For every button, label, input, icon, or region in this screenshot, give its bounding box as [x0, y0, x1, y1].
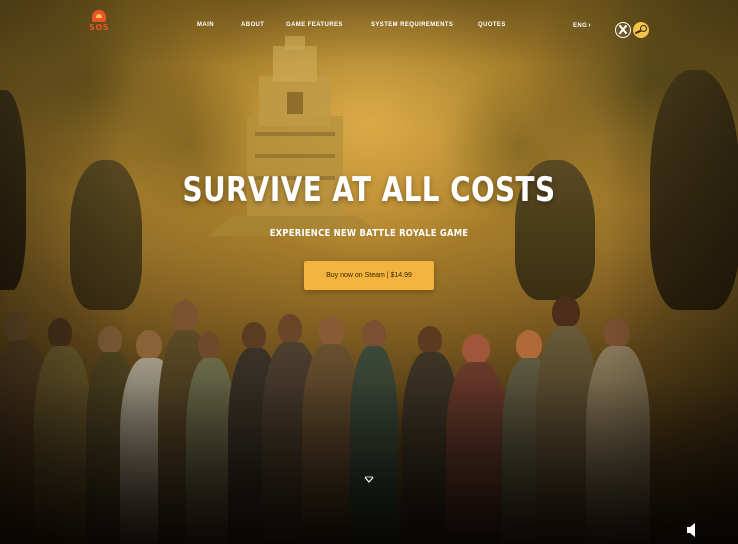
- character: [34, 318, 92, 544]
- language-label: ENG: [573, 23, 588, 29]
- xbox-icon[interactable]: [615, 22, 631, 38]
- nav-item-system-requirements[interactable]: SYSTEM REQUIREMENTS: [371, 22, 453, 28]
- language-selector[interactable]: ENG›: [573, 22, 591, 29]
- logo-mark-icon: [92, 10, 106, 22]
- character-lineup: [0, 290, 738, 544]
- sos-logo[interactable]: SOS: [85, 10, 113, 36]
- steam-icon[interactable]: [633, 22, 649, 38]
- nav-item-game-features[interactable]: GAME FEATURES: [286, 22, 343, 28]
- chevron-right-icon: ›: [588, 22, 591, 29]
- buy-on-steam-button[interactable]: Buy now on Steam | $14.99: [304, 261, 434, 290]
- character: [586, 318, 650, 544]
- logo-text: SOS: [89, 23, 109, 32]
- nav-item-quotes[interactable]: QUOTES: [478, 22, 506, 28]
- nav-item-about[interactable]: ABOUT: [241, 22, 264, 28]
- nav-item-main[interactable]: MAIN: [197, 22, 214, 28]
- character: [350, 320, 398, 544]
- chevron-down-icon[interactable]: [364, 476, 374, 484]
- hero-subheadline: EXPERIENCE NEW BATTLE ROYALE GAME: [269, 228, 469, 239]
- hero-headline: SURVIVE AT ALL COSTS: [182, 170, 556, 210]
- speaker-icon[interactable]: [686, 522, 698, 538]
- character: [446, 334, 508, 544]
